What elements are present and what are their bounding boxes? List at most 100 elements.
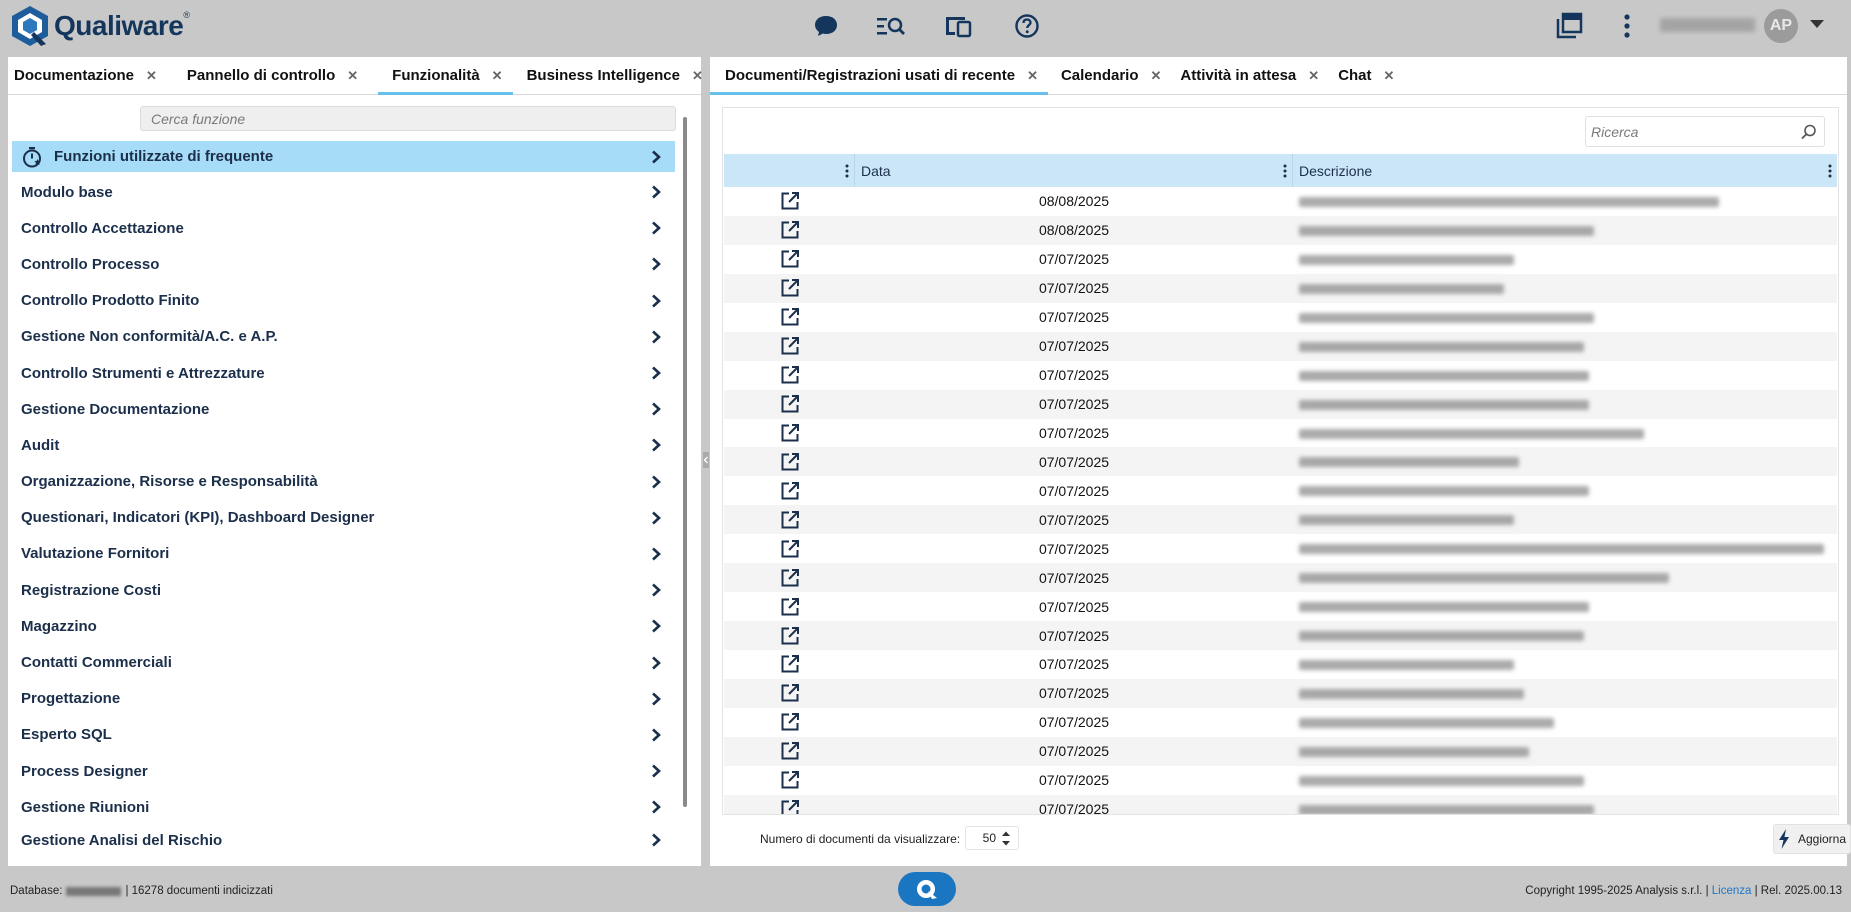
close-icon[interactable]: ✕ — [1384, 68, 1395, 84]
function-item[interactable]: Gestione Riunioni — [12, 789, 675, 825]
close-icon[interactable]: ✕ — [692, 68, 703, 84]
table-row[interactable]: 07/07/2025 — [724, 592, 1837, 621]
function-item[interactable]: Contatti Commerciali — [12, 644, 675, 680]
table-row[interactable]: 07/07/2025 — [724, 273, 1837, 303]
table-row[interactable]: 07/07/2025 — [724, 476, 1837, 505]
open-document-button[interactable] — [724, 539, 855, 559]
function-item[interactable]: Registrazione Costi — [12, 572, 675, 608]
table-row[interactable]: 08/08/2025 — [724, 215, 1837, 245]
close-icon[interactable]: ✕ — [1027, 68, 1038, 84]
tab-calendario[interactable]: Calendario ✕ — [1055, 57, 1171, 94]
search-icon[interactable] — [1800, 123, 1818, 141]
user-avatar[interactable]: AP — [1764, 9, 1798, 43]
open-document-button[interactable] — [724, 191, 855, 211]
windows-icon[interactable] — [1554, 11, 1584, 41]
open-document-button[interactable] — [724, 654, 855, 674]
table-row[interactable]: 07/07/2025 — [724, 245, 1837, 274]
column-header-open[interactable] — [724, 154, 855, 187]
table-row[interactable]: 07/07/2025 — [724, 331, 1837, 361]
function-item[interactable]: Magazzino — [12, 608, 675, 644]
table-row[interactable]: 07/07/2025 — [724, 708, 1837, 737]
table-row[interactable]: 07/07/2025 — [724, 563, 1837, 593]
close-icon[interactable]: ✕ — [347, 68, 358, 84]
open-document-button[interactable] — [724, 741, 855, 761]
panel-splitter[interactable] — [701, 448, 710, 472]
column-menu-icon[interactable] — [1283, 164, 1287, 178]
function-item[interactable]: Controllo Prodotto Finito — [12, 283, 675, 319]
function-item[interactable]: Controllo Accettazione — [12, 210, 675, 246]
function-item[interactable]: Controllo Processo — [12, 246, 675, 282]
help-icon[interactable] — [1012, 11, 1042, 41]
column-header-descrizione[interactable]: Descrizione — [1293, 154, 1837, 187]
open-document-button[interactable] — [724, 510, 855, 530]
devices-icon[interactable] — [943, 11, 973, 41]
table-row[interactable]: 07/07/2025 — [724, 361, 1837, 390]
more-vertical-icon[interactable] — [1612, 11, 1642, 41]
function-item[interactable]: Esperto SQL — [12, 717, 675, 753]
function-item[interactable]: Audit — [12, 427, 675, 463]
chat-icon[interactable] — [811, 11, 841, 41]
function-item[interactable]: Controllo Strumenti e Attrezzature — [12, 355, 675, 391]
table-row[interactable]: 07/07/2025 — [724, 389, 1837, 419]
open-document-button[interactable] — [724, 799, 855, 814]
stepper-up-icon[interactable] — [1001, 830, 1011, 837]
tab-documenti-recenti[interactable]: Documenti/Registrazioni usati di recente… — [710, 57, 1048, 95]
open-document-button[interactable] — [724, 452, 855, 472]
close-icon[interactable]: ✕ — [1151, 68, 1162, 84]
function-item[interactable]: Progettazione — [12, 681, 675, 717]
table-row[interactable]: 07/07/2025 — [724, 505, 1837, 535]
frequent-functions-item[interactable]: Funzioni utilizzate di frequente — [12, 141, 675, 172]
open-document-button[interactable] — [724, 278, 855, 298]
function-item[interactable]: Modulo base — [12, 174, 675, 210]
table-row[interactable]: 07/07/2025 — [724, 419, 1837, 448]
function-item[interactable]: Gestione Documentazione — [12, 391, 675, 427]
column-menu-icon[interactable] — [845, 164, 849, 178]
open-document-button[interactable] — [724, 365, 855, 385]
table-row[interactable]: 07/07/2025 — [724, 794, 1837, 814]
tab-documentazione[interactable]: Documentazione ✕ — [8, 57, 167, 94]
function-item[interactable]: Gestione Analisi del Rischio — [12, 822, 675, 858]
tab-funzionalita[interactable]: Funzionalità ✕ — [378, 57, 513, 95]
column-header-data[interactable]: Data — [855, 154, 1293, 187]
open-document-button[interactable] — [724, 683, 855, 703]
column-menu-icon[interactable] — [1828, 164, 1832, 178]
open-document-button[interactable] — [724, 307, 855, 327]
search-list-icon[interactable] — [876, 11, 906, 41]
table-row[interactable]: 07/07/2025 — [724, 766, 1837, 795]
close-icon[interactable]: ✕ — [492, 68, 503, 84]
open-document-button[interactable] — [724, 481, 855, 501]
stepper-arrows[interactable] — [1001, 830, 1015, 847]
stepper-down-icon[interactable] — [1001, 840, 1011, 847]
table-row[interactable]: 07/07/2025 — [724, 621, 1837, 650]
refresh-button[interactable]: Aggiorna — [1773, 824, 1851, 854]
open-document-button[interactable] — [724, 597, 855, 617]
table-row[interactable]: 07/07/2025 — [724, 678, 1837, 708]
table-row[interactable]: 07/07/2025 — [724, 650, 1837, 679]
assistant-button[interactable] — [898, 872, 956, 906]
documents-search-input[interactable] — [1585, 116, 1825, 147]
open-document-button[interactable] — [724, 394, 855, 414]
function-item[interactable]: Process Designer — [12, 753, 675, 789]
tab-business-intelligence[interactable]: Business Intelligence ✕ — [521, 57, 713, 94]
open-document-button[interactable] — [724, 423, 855, 443]
function-item[interactable]: Organizzazione, Risorse e Responsabilità — [12, 464, 675, 500]
open-document-button[interactable] — [724, 568, 855, 588]
qualiware-logo[interactable]: Qualiware® — [8, 4, 190, 48]
table-row[interactable]: 07/07/2025 — [724, 447, 1837, 477]
open-document-button[interactable] — [724, 626, 855, 646]
close-icon[interactable]: ✕ — [1308, 68, 1319, 84]
user-menu-caret[interactable] — [1810, 20, 1824, 28]
function-search-input[interactable] — [140, 106, 676, 131]
table-row[interactable]: 08/08/2025 — [724, 187, 1837, 216]
close-icon[interactable]: ✕ — [146, 68, 157, 84]
function-item[interactable]: Valutazione Fornitori — [12, 536, 675, 572]
open-document-button[interactable] — [724, 712, 855, 732]
left-scrollbar[interactable] — [683, 117, 687, 807]
table-row[interactable]: 07/07/2025 — [724, 736, 1837, 766]
document-count-stepper[interactable]: 50 — [965, 826, 1019, 850]
tab-attivita-in-attesa[interactable]: Attività in attesa ✕ — [1174, 57, 1329, 94]
open-document-button[interactable] — [724, 336, 855, 356]
table-row[interactable]: 07/07/2025 — [724, 534, 1837, 563]
open-document-button[interactable] — [724, 770, 855, 790]
open-document-button[interactable] — [724, 249, 855, 269]
